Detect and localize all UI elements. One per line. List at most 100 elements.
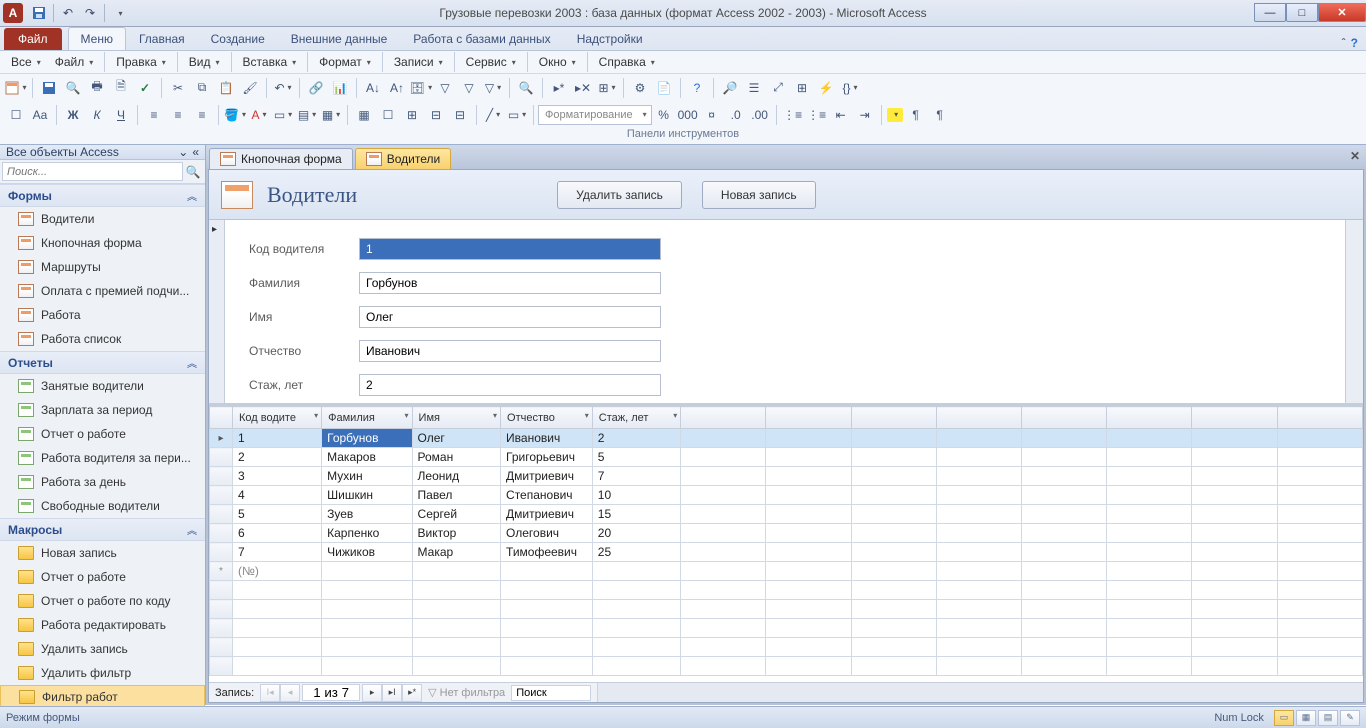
cell[interactable]: 6 <box>233 524 322 543</box>
field-input[interactable] <box>359 306 661 328</box>
file-tab[interactable]: Файл <box>4 28 62 50</box>
bullet-list-icon[interactable]: ⋮≡ <box>806 104 828 126</box>
align-center-icon[interactable]: ≡ <box>167 104 189 126</box>
row-header[interactable] <box>210 486 233 505</box>
label-icon[interactable]: Aa <box>29 104 51 126</box>
view-button[interactable] <box>5 77 27 99</box>
menu-help[interactable]: Справка <box>592 53 662 71</box>
hyperlink-icon[interactable]: 🔗 <box>305 77 327 99</box>
doc-tab-knopochnaya[interactable]: Кнопочная форма <box>209 148 353 169</box>
column-header-empty[interactable] <box>1192 407 1277 429</box>
nav-group-header[interactable]: Макросы︽ <box>0 518 205 541</box>
highlight-icon[interactable] <box>887 108 903 122</box>
tab-home[interactable]: Главная <box>126 27 198 50</box>
nav-item[interactable]: Работа редактировать <box>0 613 205 637</box>
row-header[interactable] <box>210 448 233 467</box>
cell[interactable]: 4 <box>233 486 322 505</box>
field-input[interactable] <box>359 272 661 294</box>
column-header-empty[interactable] <box>766 407 851 429</box>
cell[interactable]: Григорьевич <box>501 448 593 467</box>
column-header-empty[interactable] <box>1277 407 1362 429</box>
line-icon[interactable]: ╱ <box>482 104 504 126</box>
menu-format[interactable]: Формат <box>312 53 378 71</box>
maximize-button[interactable]: □ <box>1286 3 1318 22</box>
cell[interactable]: Олег <box>412 429 501 448</box>
menu-tools[interactable]: Сервис <box>459 53 523 71</box>
cell[interactable]: Дмитриевич <box>501 467 593 486</box>
find-icon[interactable]: 🔍 <box>515 77 537 99</box>
cut-icon[interactable]: ✂ <box>167 77 189 99</box>
table-row[interactable]: ▸1ГорбуновОлегИванович2 <box>210 429 1363 448</box>
menu-all[interactable]: Все <box>4 53 48 71</box>
nav-item[interactable]: Отчет о работе <box>0 422 205 446</box>
relationships-icon[interactable]: ⤢ <box>767 77 789 99</box>
decrease-decimal-icon[interactable]: .0 <box>725 104 747 126</box>
bold-icon[interactable]: Ж <box>62 104 84 126</box>
subform-icon[interactable]: ⊞ <box>401 104 423 126</box>
column-header[interactable]: Код водите▾ <box>233 407 322 429</box>
cell[interactable]: 20 <box>592 524 680 543</box>
minimize-button[interactable]: — <box>1254 3 1286 22</box>
undo-icon[interactable]: ↶ <box>57 2 79 24</box>
nav-item[interactable]: Работа за день <box>0 470 205 494</box>
row-header[interactable] <box>210 505 233 524</box>
last-record-button[interactable]: ▸I <box>382 684 402 702</box>
cell[interactable]: 2 <box>233 448 322 467</box>
nav-item[interactable]: Оплата с премией подчи... <box>0 279 205 303</box>
column-header-empty[interactable] <box>1022 407 1107 429</box>
save-icon[interactable] <box>38 77 60 99</box>
cell[interactable]: Чижиков <box>322 543 412 562</box>
delete-record-button[interactable]: Удалить запись <box>557 181 682 209</box>
cell[interactable]: Тимофеевич <box>501 543 593 562</box>
cell[interactable]: Иванович <box>501 429 593 448</box>
first-record-button[interactable]: I◂ <box>260 684 280 702</box>
search-icon[interactable]: 🔍 <box>183 162 203 181</box>
field-input[interactable] <box>359 374 661 396</box>
design-view-button[interactable]: ✎ <box>1340 710 1360 726</box>
new-row[interactable]: *(№) <box>210 562 1363 581</box>
nav-search-input[interactable] <box>2 162 183 181</box>
form-icon[interactable]: ☐ <box>5 104 27 126</box>
cell[interactable]: 5 <box>233 505 322 524</box>
nav-item[interactable]: Удалить запись <box>0 637 205 661</box>
sort-desc-icon[interactable]: A↑ <box>386 77 408 99</box>
format-painter-icon[interactable]: 🖌 <box>239 77 261 99</box>
redo-icon[interactable]: ↷ <box>79 2 101 24</box>
doc-tab-voditeli[interactable]: Водители <box>355 148 451 169</box>
num-list-icon[interactable]: ⋮≡ <box>782 104 804 126</box>
table-row[interactable]: 4ШишкинПавелСтепанович10 <box>210 486 1363 505</box>
increase-decimal-icon[interactable]: .00 <box>749 104 771 126</box>
font-color-icon[interactable]: A <box>248 104 270 126</box>
cell[interactable]: Горбунов <box>322 429 412 448</box>
nav-item[interactable]: Кнопочная форма <box>0 231 205 255</box>
cell[interactable]: 3 <box>233 467 322 486</box>
cell[interactable]: Карпенко <box>322 524 412 543</box>
undo-icon[interactable]: ↶ <box>272 77 294 99</box>
new-record-icon[interactable]: ▸* <box>548 77 570 99</box>
nav-item[interactable]: Занятые водители <box>0 374 205 398</box>
cell[interactable]: 7 <box>233 543 322 562</box>
close-doc-icon[interactable]: ✕ <box>1350 149 1360 163</box>
field-input[interactable] <box>359 340 661 362</box>
cell[interactable]: 7 <box>592 467 680 486</box>
tab-external[interactable]: Внешние данные <box>278 27 401 50</box>
datasheet-view-button[interactable]: ▦ <box>1296 710 1316 726</box>
row-header[interactable] <box>210 467 233 486</box>
nav-item[interactable]: Удалить фильтр <box>0 661 205 685</box>
nav-item[interactable]: Отчет о работе по коду <box>0 589 205 613</box>
cell[interactable]: Виктор <box>412 524 501 543</box>
cell[interactable]: Дмитриевич <box>501 505 593 524</box>
cell[interactable]: 2 <box>592 429 680 448</box>
column-header-empty[interactable] <box>936 407 1021 429</box>
tab-menu[interactable]: Меню <box>68 27 126 50</box>
help-icon[interactable]: ? <box>1351 36 1358 50</box>
nav-header[interactable]: Все объекты Access ⌄« <box>0 145 205 160</box>
record-search-input[interactable] <box>511 685 591 701</box>
search-icon[interactable]: 🔍 <box>62 77 84 99</box>
menu-edit[interactable]: Правка <box>109 53 173 71</box>
help-icon[interactable]: ? <box>686 77 708 99</box>
gridlines-icon[interactable]: ▤ <box>296 104 318 126</box>
align-left-icon[interactable]: ≡ <box>143 104 165 126</box>
new-record-nav-button[interactable]: ▸* <box>402 684 422 702</box>
cell[interactable]: Мухин <box>322 467 412 486</box>
